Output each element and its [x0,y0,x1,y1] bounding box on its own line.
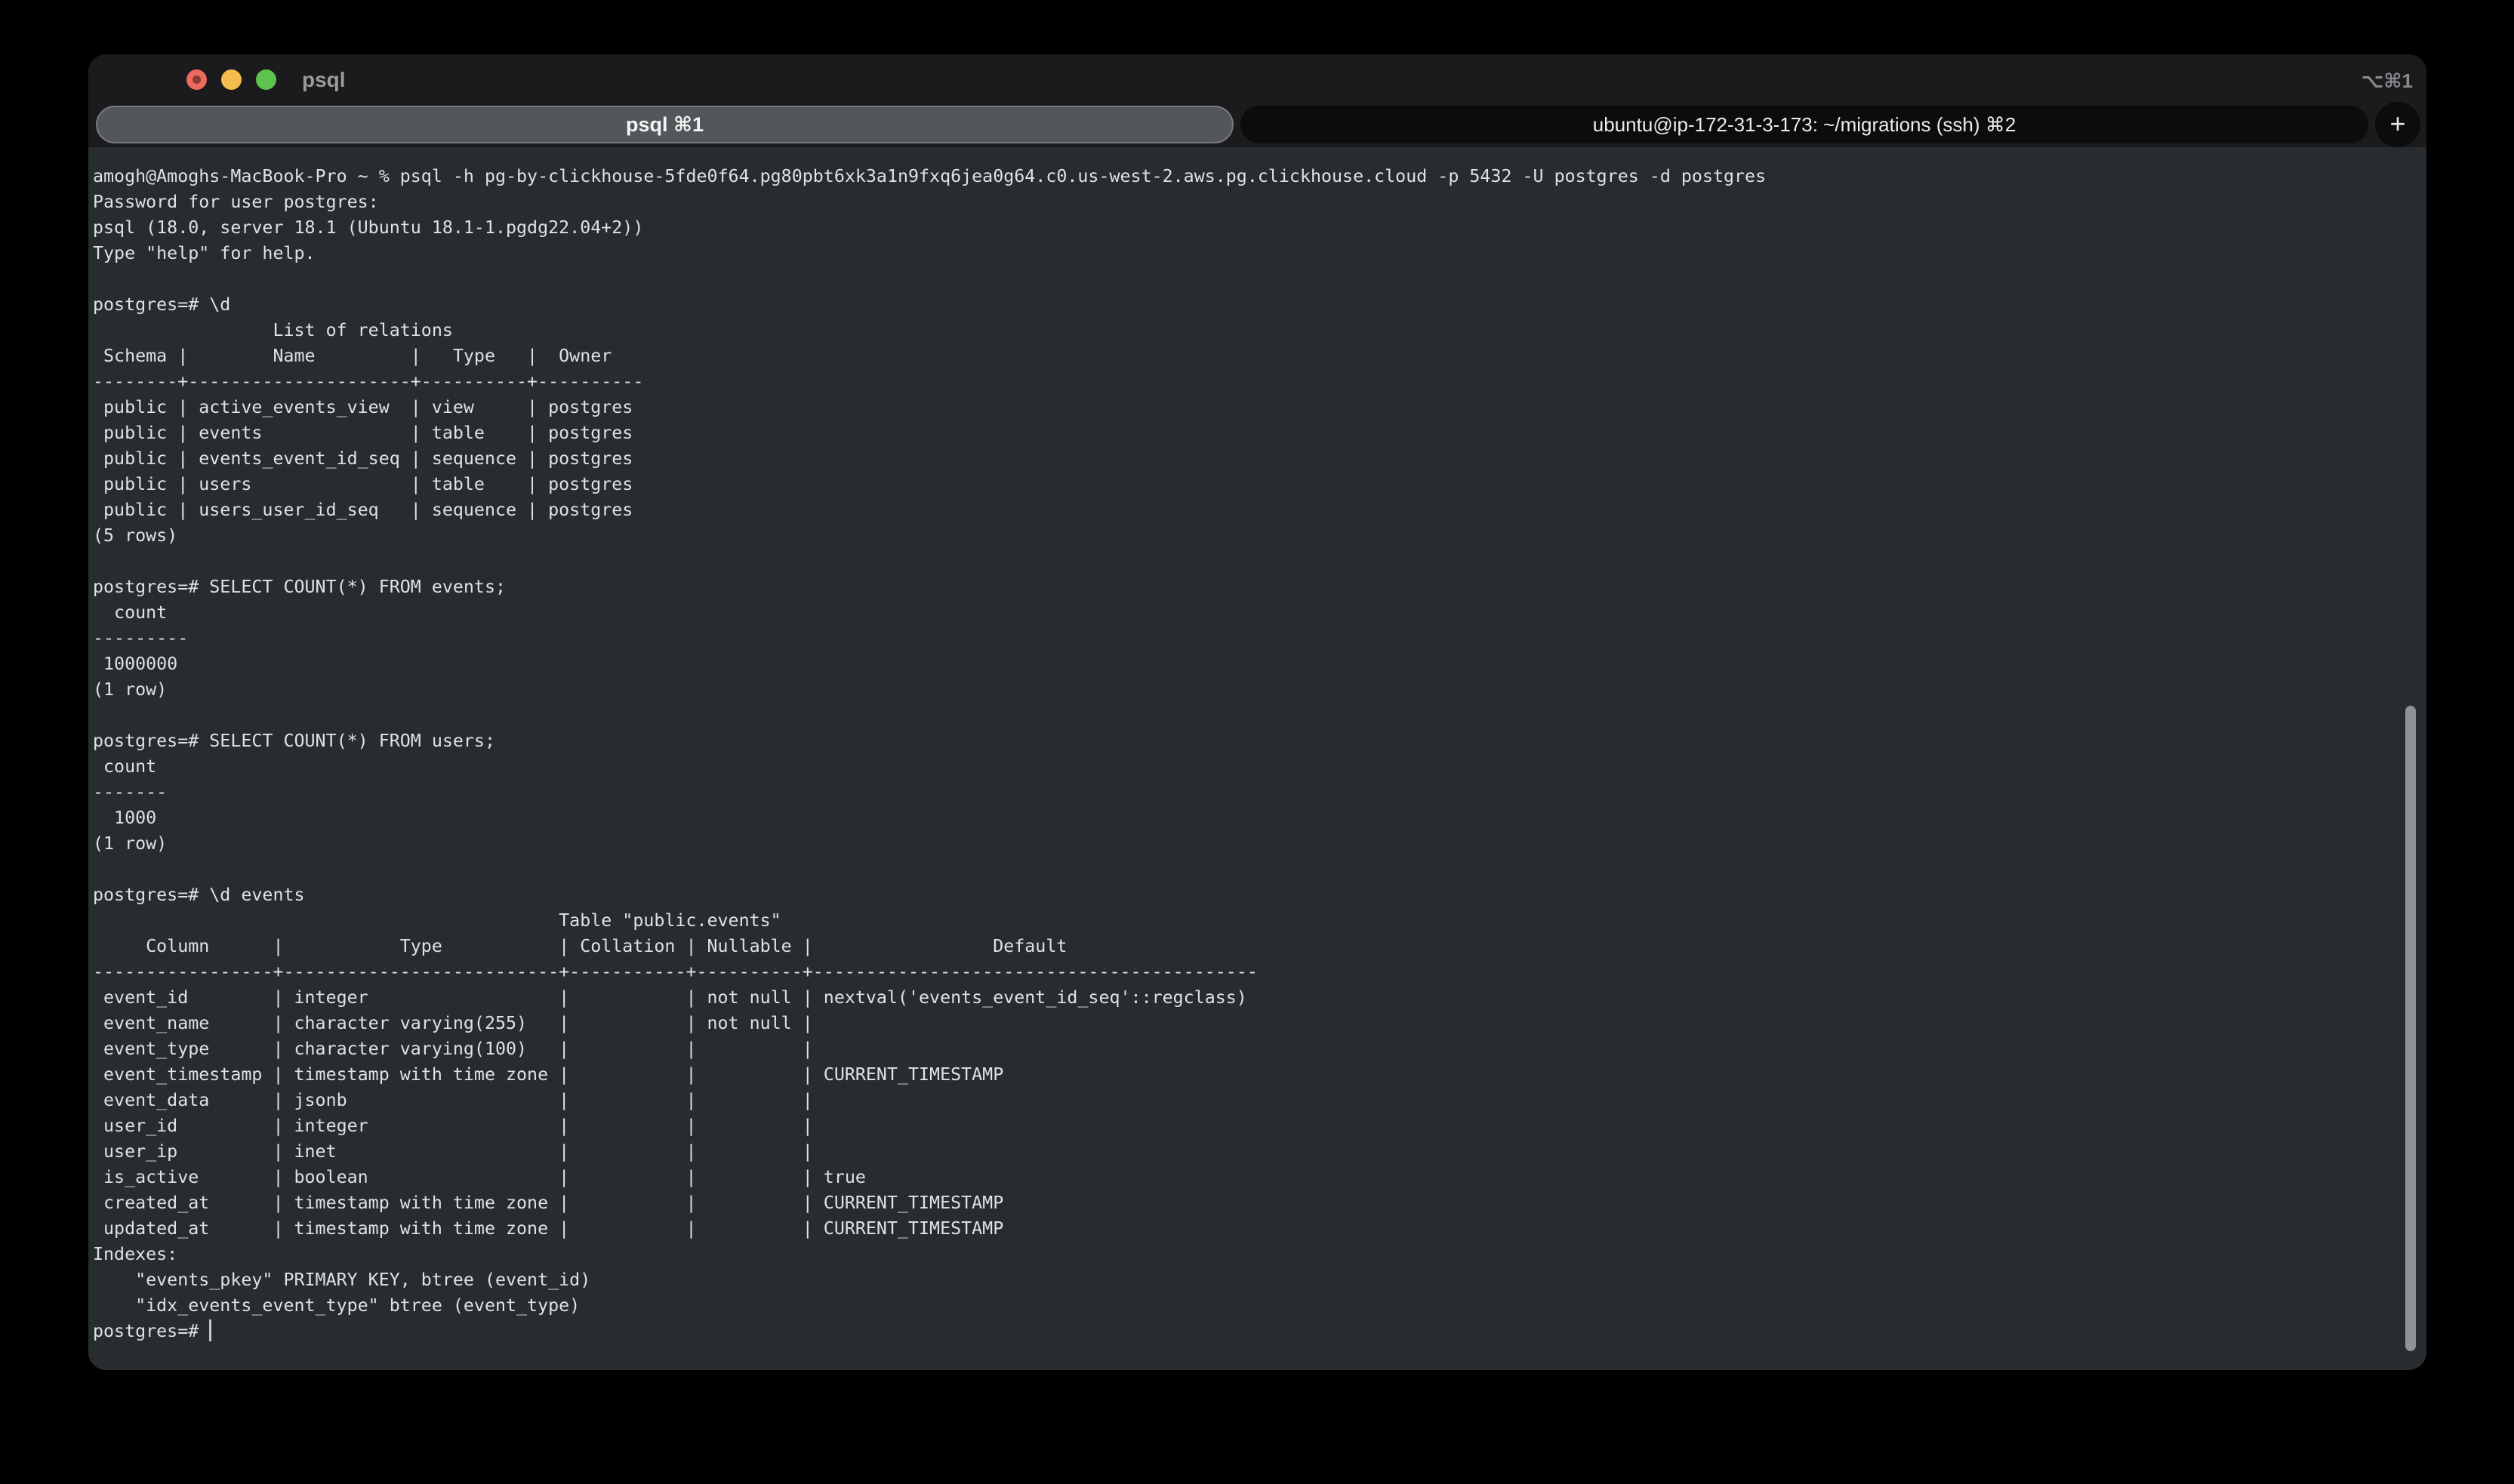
zoom-button[interactable] [256,69,276,90]
terminal-output: amogh@Amoghs-MacBook-Pro ~ % psql -h pg-… [93,164,2426,1319]
terminal-window: psql ⌥⌘1 psql ⌘1 ubuntu@ip-172-31-3-173:… [88,54,2426,1370]
tab-label: ubuntu@ip-172-31-3-173: ~/migrations (ss… [1593,113,2016,137]
terminal-content: amogh@Amoghs-MacBook-Pro ~ % psql -h pg-… [88,147,2426,1370]
tab-bar: psql ⌘1 ubuntu@ip-172-31-3-173: ~/migrat… [96,104,2419,143]
prompt-line: postgres=# [93,1319,2426,1344]
minimize-button[interactable] [221,69,242,90]
close-dot-icon [193,75,201,84]
prompt-text: postgres=# [93,1321,209,1341]
plus-icon: + [2389,110,2405,137]
close-button[interactable] [186,69,207,90]
tab-psql[interactable]: psql ⌘1 [96,106,1234,143]
traffic-lights [186,69,276,90]
tab-shortcut-indicator: ⌥⌘1 [2361,70,2413,91]
window-title: psql [302,69,346,91]
text-cursor [209,1319,211,1341]
window-chrome: psql ⌥⌘1 psql ⌘1 ubuntu@ip-172-31-3-173:… [88,54,2426,147]
tab-label: psql ⌘1 [626,113,704,137]
scrollbar-thumb[interactable] [2405,706,2416,1351]
new-tab-button[interactable]: + [2375,102,2420,147]
tab-ssh-migrations[interactable]: ubuntu@ip-172-31-3-173: ~/migrations (ss… [1240,106,2368,143]
